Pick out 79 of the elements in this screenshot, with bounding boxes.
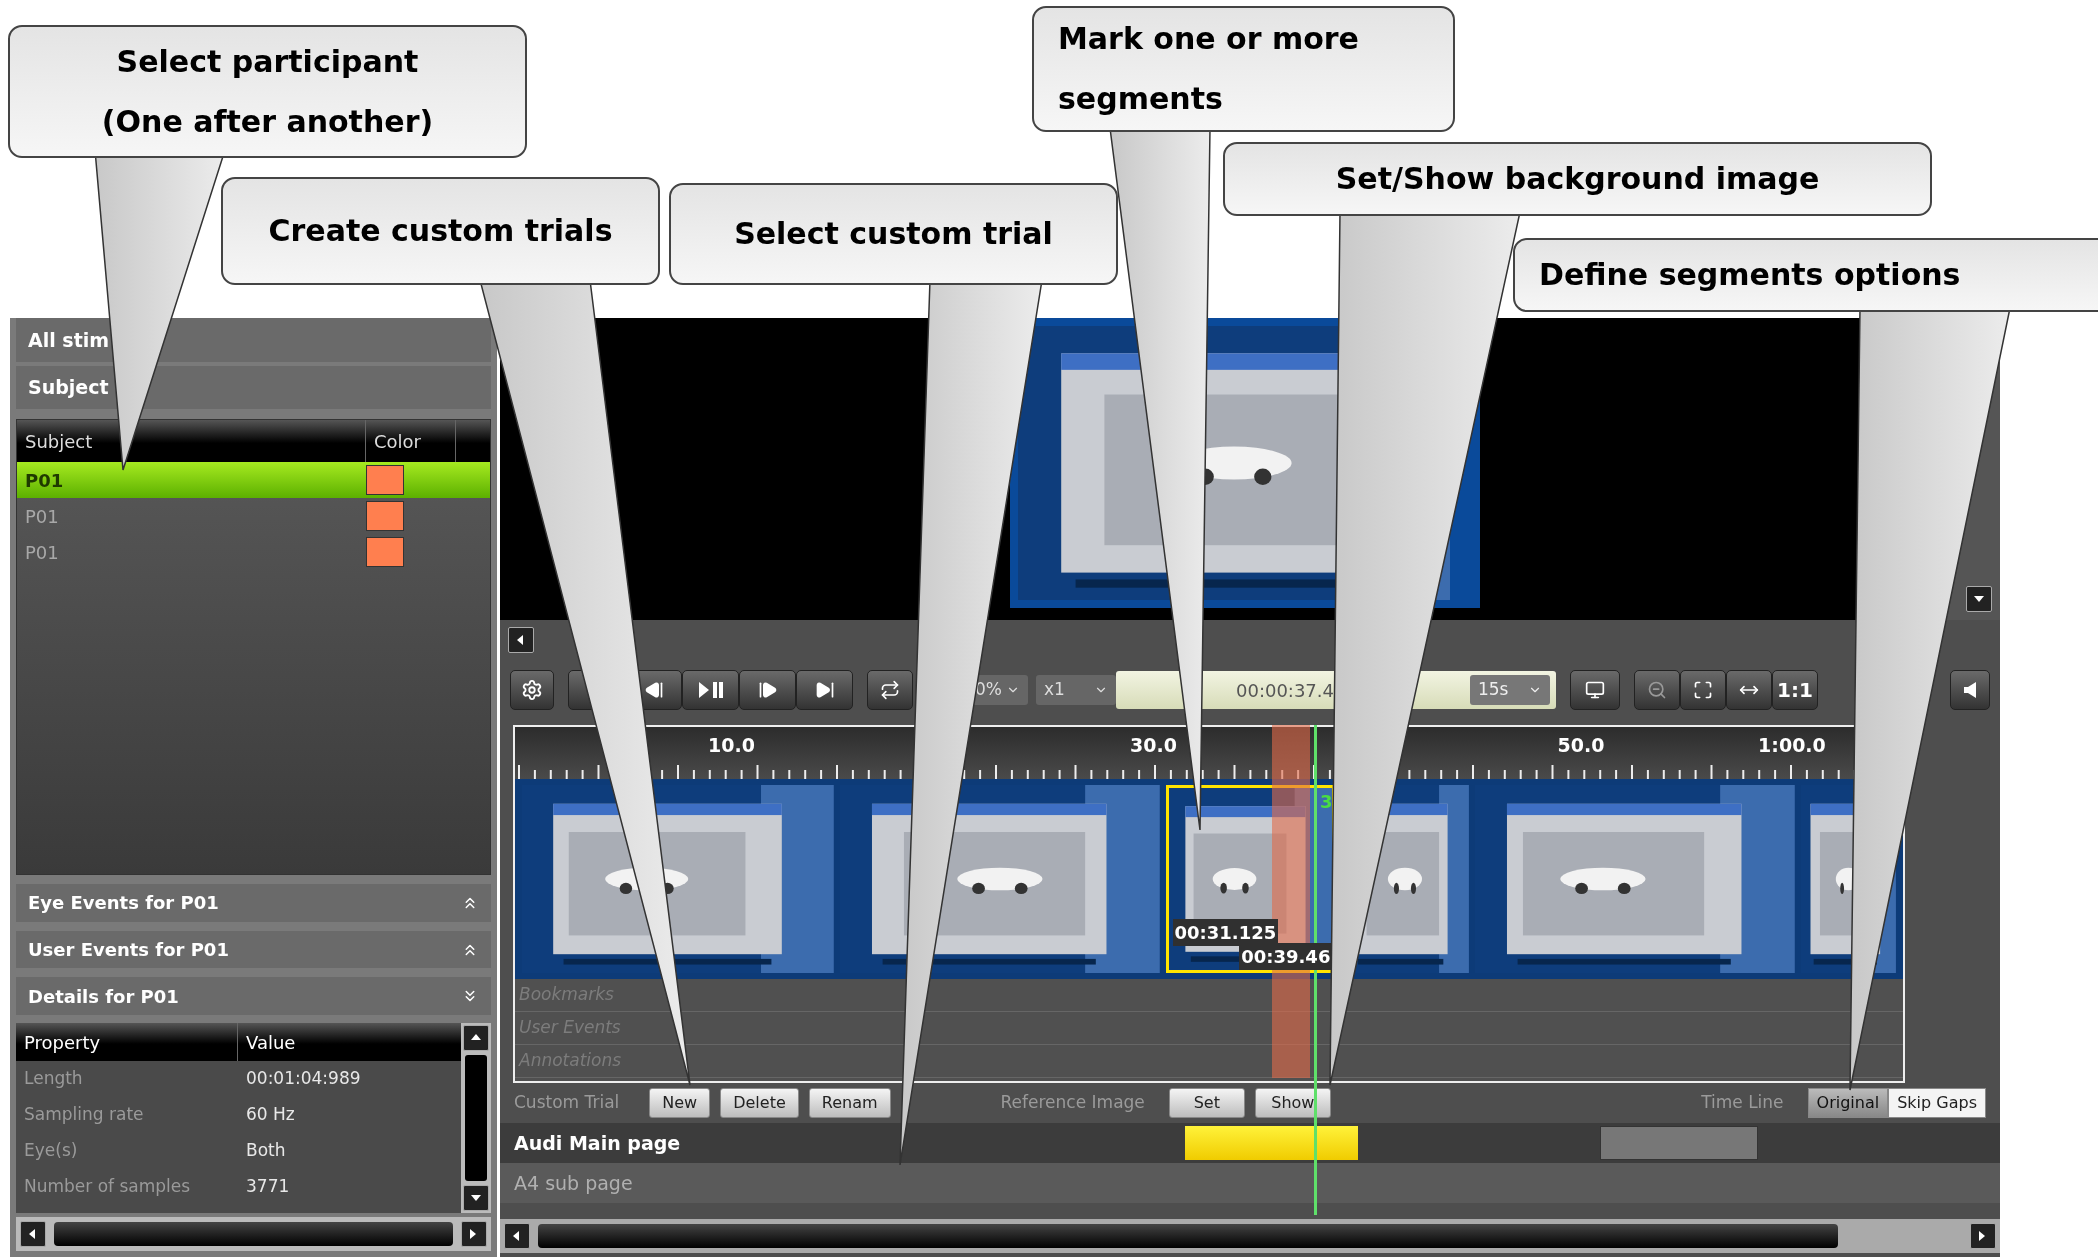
- fit-icon: [1693, 680, 1713, 700]
- ruler-label: 50.0: [1557, 733, 1605, 758]
- segment-marker: 3: [1319, 790, 1333, 814]
- monitor-button[interactable]: [1570, 670, 1620, 710]
- scroll-right-button[interactable]: [461, 1221, 487, 1247]
- loop-icon: [880, 680, 900, 700]
- monitor-icon: [1585, 680, 1605, 700]
- value-cell-text: 3771: [245, 1175, 291, 1199]
- section-title: Details for P01: [28, 984, 179, 1009]
- time-line-label: Time Line: [1701, 1091, 1784, 1115]
- playback-button[interactable]: [682, 670, 739, 710]
- section-header[interactable]: Details for P01: [16, 977, 491, 1015]
- callout-text: Select custom trial: [734, 215, 1053, 253]
- callout-text: segments: [1058, 80, 1223, 118]
- time-line-option[interactable]: Skip Gaps: [1888, 1088, 1986, 1118]
- scroll-left-button[interactable]: [20, 1221, 46, 1247]
- value-cell-text: 60 Hz: [245, 1103, 296, 1127]
- segment-end-time: 00:39.46: [1239, 943, 1333, 970]
- scroll-left-button[interactable]: [508, 627, 534, 653]
- scroll-down-button[interactable]: [463, 1185, 489, 1211]
- callout-text: Select participant: [116, 42, 419, 81]
- scroll-right-button[interactable]: [1970, 1223, 1996, 1249]
- horizontal-scrollbar[interactable]: [16, 1217, 491, 1251]
- subject-header[interactable]: Subject: [16, 365, 491, 410]
- play-pause-icon: [697, 681, 724, 699]
- section-header[interactable]: User Events for P01: [16, 930, 491, 969]
- callout-text: Create custom trials: [268, 212, 613, 250]
- trial-button[interactable]: Delete: [720, 1088, 799, 1118]
- custom-trial-label: Custom Trial: [514, 1091, 620, 1115]
- step-forward-icon: [757, 680, 778, 700]
- section-header[interactable]: Eye Events for P01: [16, 884, 491, 922]
- actual-size-button[interactable]: 1:1: [1772, 670, 1818, 710]
- settings-icon: [521, 679, 543, 701]
- property-cell-text: Length: [23, 1067, 84, 1091]
- step-back-icon: [643, 680, 664, 700]
- trial-button[interactable]: Renam: [808, 1088, 891, 1118]
- fit-button[interactable]: [1680, 670, 1726, 710]
- property-cell-text: Eye(s): [23, 1139, 79, 1163]
- reference-image-label: Reference Image: [1000, 1091, 1145, 1115]
- property-cell-text: Sampling rate: [23, 1103, 145, 1127]
- speaker-icon: [1964, 682, 1976, 698]
- trial-button[interactable]: New: [649, 1088, 711, 1118]
- column-header[interactable]: Value: [238, 1023, 461, 1061]
- time-line-option[interactable]: Original: [1807, 1088, 1889, 1118]
- skip-forward-icon: [814, 680, 835, 700]
- reference-button[interactable]: Set: [1168, 1088, 1245, 1118]
- volume-button[interactable]: [1950, 670, 1990, 710]
- playback-button[interactable]: [796, 670, 853, 710]
- trial-row[interactable]: Audi Main page: [500, 1123, 2000, 1163]
- ruler-label: 10.0: [708, 733, 755, 758]
- horizontal-scrollbar[interactable]: [500, 1219, 2000, 1253]
- loop-button[interactable]: [867, 670, 913, 710]
- vertical-scrollbar[interactable]: [461, 1023, 491, 1213]
- time-display: 00:00:37.4: [1236, 678, 1334, 703]
- value-cell-text: Both: [245, 1139, 287, 1163]
- zoom-out-icon: [1647, 680, 1667, 700]
- value-cell-text: 00:01:04:989: [245, 1067, 362, 1091]
- property-cell-text: Number of samples: [23, 1175, 192, 1199]
- ruler-label: 1:00.0: [1758, 733, 1826, 758]
- playback-button[interactable]: [739, 670, 796, 710]
- fit-width-button[interactable]: [1726, 670, 1772, 710]
- settings-button[interactable]: [510, 670, 554, 710]
- section-title: Eye Events for P01: [28, 891, 219, 916]
- scroll-up-button[interactable]: [463, 1025, 489, 1051]
- scroll-left-button[interactable]: [504, 1223, 530, 1249]
- reference-button[interactable]: Show: [1254, 1088, 1331, 1118]
- callout-text: Define segments options: [1539, 256, 1961, 294]
- callout-text: Set/Show background image: [1335, 160, 1820, 198]
- speed-dropdown[interactable]: x1: [1036, 675, 1116, 705]
- zoom-out-button[interactable]: [1634, 670, 1680, 710]
- section-title: User Events for P01: [28, 938, 229, 962]
- interval-dropdown[interactable]: 15s: [1470, 675, 1550, 705]
- callout-text: (One after another): [101, 102, 434, 141]
- subject-row[interactable]: P01: [17, 462, 490, 499]
- callout-text: Mark one or more: [1058, 20, 1359, 58]
- dropdown-button[interactable]: [1966, 586, 1992, 612]
- ruler-label: 30.0: [1130, 733, 1177, 758]
- segment-start-time: 00:31.125: [1172, 919, 1279, 946]
- column-header[interactable]: Property: [16, 1023, 238, 1061]
